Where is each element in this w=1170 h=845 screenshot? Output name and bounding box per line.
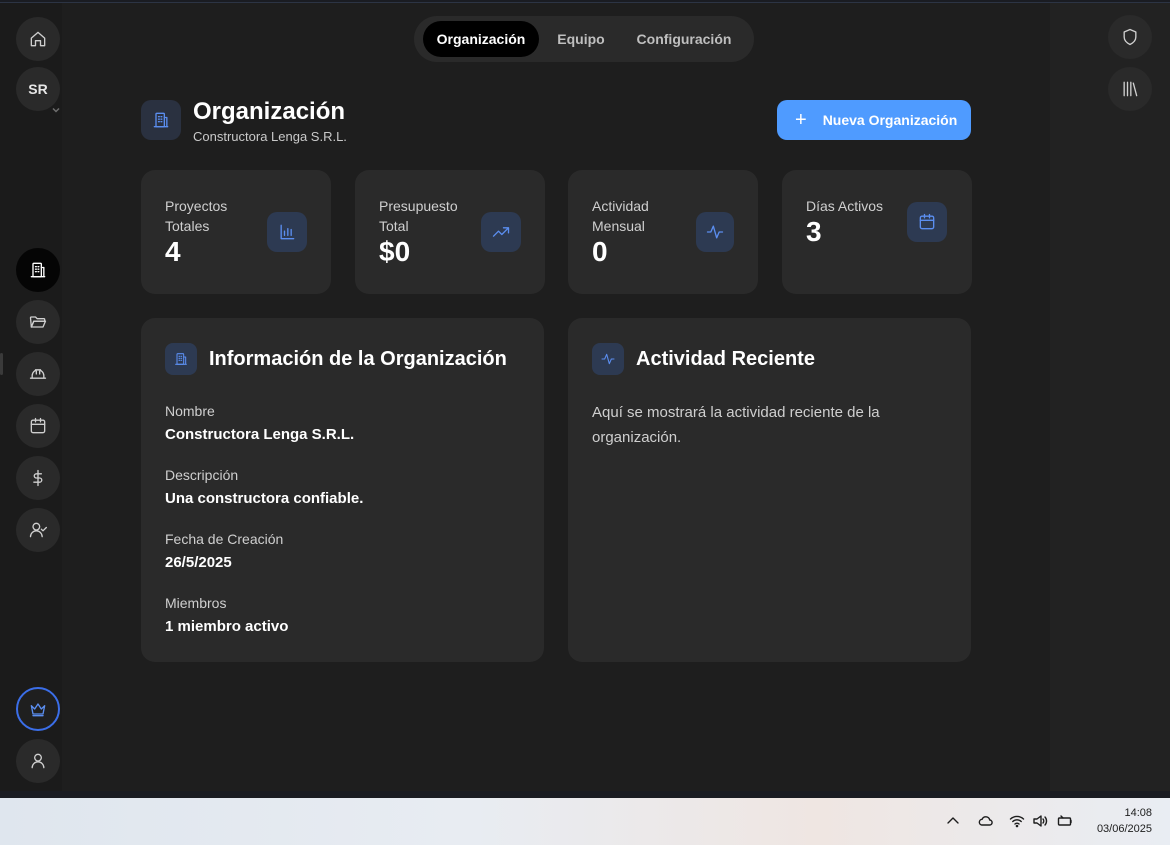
organization-header-icon xyxy=(141,100,181,140)
stat-card-activity: Actividad Mensual 0 xyxy=(568,170,758,294)
sidebar-item-calendar[interactable] xyxy=(16,404,60,448)
field-label-fecha: Fecha de Creación xyxy=(165,531,284,547)
sidebar-item-projects[interactable] xyxy=(16,300,60,344)
field-label-descripcion: Descripción xyxy=(165,467,239,483)
stat-value: 4 xyxy=(165,236,181,267)
stat-value: 3 xyxy=(806,216,822,247)
tab-bar: Organización Equipo Configuración xyxy=(414,16,754,62)
activity-icon xyxy=(696,212,734,252)
field-value-fecha: 26/5/2025 xyxy=(165,554,232,571)
panel-title: Actividad Reciente xyxy=(636,348,815,370)
page-subtitle: Constructora Lenga S.R.L. xyxy=(193,129,347,144)
stat-card-projects: Proyectos Totales 4 xyxy=(141,170,331,294)
taskbar: 14:08 03/06/2025 xyxy=(0,798,1170,845)
stat-label: Días Activos xyxy=(806,198,884,214)
field-value-miembros: 1 miembro activo xyxy=(165,618,289,635)
new-organization-label: Nueva Organización xyxy=(822,112,958,128)
building-icon xyxy=(165,343,197,375)
field-label-nombre: Nombre xyxy=(165,403,215,419)
clock-time[interactable]: 14:08 xyxy=(1124,807,1152,819)
page-title: Organización xyxy=(193,98,346,125)
tab-configuracion[interactable]: Configuración xyxy=(623,21,745,57)
user-check-icon xyxy=(29,522,47,538)
field-label-miembros: Miembros xyxy=(165,595,227,611)
library-icon xyxy=(1123,81,1138,97)
clock-date[interactable]: 03/06/2025 xyxy=(1097,823,1152,835)
home-icon xyxy=(30,31,46,47)
hard-hat-icon xyxy=(29,369,47,379)
left-sidebar: SR xyxy=(0,3,62,791)
stat-card-active-days: Días Activos 3 xyxy=(782,170,972,294)
avatar-initials: SR xyxy=(28,81,48,97)
cloud-icon[interactable] xyxy=(976,812,994,830)
wifi-icon[interactable] xyxy=(1008,812,1026,830)
panel-title: Información de la Organización xyxy=(209,348,507,370)
chevron-down-icon[interactable] xyxy=(52,101,60,113)
stat-card-budget: Presupuesto Total $0 xyxy=(355,170,545,294)
sidebar-item-contacts[interactable] xyxy=(16,508,60,552)
tab-organizacion[interactable]: Organización xyxy=(423,21,539,57)
sidebar-item-plan[interactable] xyxy=(16,687,60,731)
shield-icon xyxy=(1123,28,1137,46)
calendar-icon xyxy=(907,202,947,242)
stat-value: $0 xyxy=(379,236,411,267)
plus-icon: + xyxy=(795,109,807,131)
activity-icon xyxy=(592,343,624,375)
trending-up-icon xyxy=(481,212,521,252)
sidebar-resize-handle[interactable] xyxy=(0,353,3,375)
new-organization-button[interactable]: + Nueva Organización xyxy=(777,100,971,140)
recent-activity-panel: Actividad Reciente Aquí se mostrará la a… xyxy=(568,318,971,662)
field-value-descripcion: Una constructora confiable. xyxy=(165,490,364,507)
field-value-nombre: Constructora Lenga S.R.L. xyxy=(165,426,355,443)
security-button[interactable] xyxy=(1108,15,1152,59)
stat-value: 0 xyxy=(592,236,608,267)
bar-chart-icon xyxy=(267,212,307,252)
calendar-icon xyxy=(30,417,46,434)
library-button[interactable] xyxy=(1108,67,1152,111)
sidebar-item-home[interactable] xyxy=(16,17,60,61)
right-sidebar xyxy=(1050,3,1170,791)
chevron-up-icon[interactable] xyxy=(944,812,962,830)
stat-label: Proyectos Totales xyxy=(165,198,228,234)
organization-info-panel: Información de la Organización Nombre Co… xyxy=(141,318,544,662)
battery-icon[interactable] xyxy=(1056,812,1074,830)
stat-label: Presupuesto Total xyxy=(379,198,458,234)
sidebar-item-organization[interactable] xyxy=(16,248,60,292)
crown-icon xyxy=(30,703,46,717)
dollar-icon xyxy=(33,469,43,487)
sidebar-item-construction[interactable] xyxy=(16,352,60,396)
folder-open-icon xyxy=(29,316,47,328)
speaker-icon[interactable] xyxy=(1031,812,1049,830)
activity-empty-message: Aquí se mostrará la actividad reciente d… xyxy=(592,404,880,446)
sidebar-item-finance[interactable] xyxy=(16,456,60,500)
app-window: SR Organización Equipo Configuración Org… xyxy=(0,2,1170,791)
user-icon xyxy=(31,753,45,769)
building-icon xyxy=(153,112,169,128)
tab-equipo[interactable]: Equipo xyxy=(543,21,619,57)
stat-label: Actividad Mensual xyxy=(592,198,649,234)
building-icon xyxy=(30,262,46,278)
sidebar-item-profile[interactable] xyxy=(16,739,60,783)
